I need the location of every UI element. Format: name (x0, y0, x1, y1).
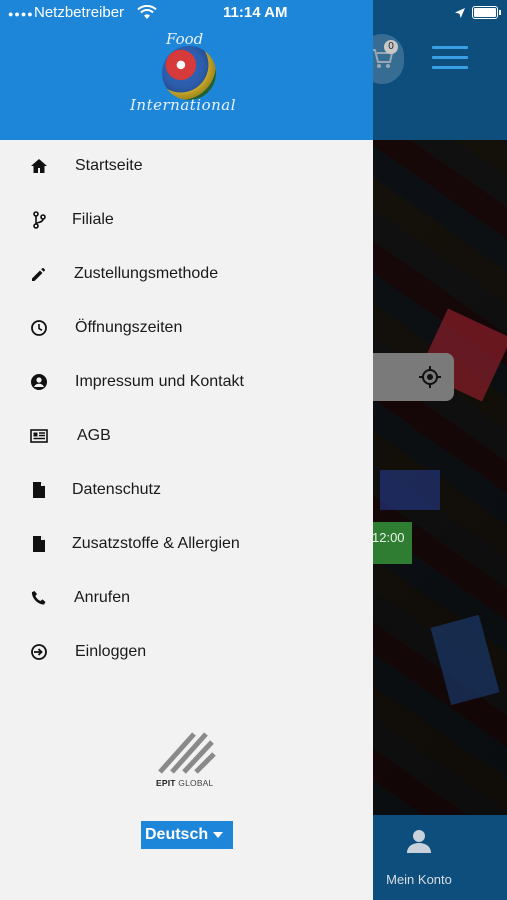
my-account-tab[interactable]: Mein Konto (373, 872, 465, 887)
menu-label: AGB (77, 427, 111, 444)
logo-text-bottom: International (130, 96, 237, 114)
pencil-icon (32, 268, 45, 281)
cart-count-badge: 0 (384, 40, 398, 54)
branch-icon (33, 211, 46, 229)
battery-icon (472, 6, 498, 19)
document-icon (33, 482, 45, 498)
menu-item-startseite[interactable]: Startseite (0, 140, 373, 194)
menu-label: Startseite (75, 157, 143, 174)
menu-item-impressum[interactable]: Impressum und Kontakt (0, 356, 373, 410)
carrier-name: Netzbetreiber (34, 4, 125, 21)
language-selected-value: Deutsch (145, 826, 209, 843)
language-dropdown[interactable]: Deutsch (141, 821, 233, 849)
menu-item-einloggen[interactable]: Einloggen (0, 626, 373, 680)
status-bar: ●●●● Netzbetreiber 11:14 AM (0, 0, 507, 26)
menu-label: Zustellungsmethode (74, 265, 219, 282)
menu-item-anrufen[interactable]: Anrufen (0, 572, 373, 626)
menu-item-zusatzstoffe[interactable]: Zusatzstoffe & Allergien (0, 518, 373, 572)
location-arrow-icon (455, 8, 465, 18)
locate-icon (419, 366, 441, 388)
location-search-field[interactable] (360, 353, 454, 401)
menu-item-agb[interactable]: AGB (0, 410, 373, 464)
status-time: 11:14 AM (223, 4, 288, 21)
caret-down-icon (213, 832, 223, 838)
menu-label: Impressum und Kontakt (75, 373, 244, 390)
brand-logo: Food International (130, 30, 246, 122)
menu-item-filiale[interactable]: Filiale (0, 194, 373, 248)
epit-mark-icon (158, 732, 216, 774)
menu-item-zustellungsmethode[interactable]: Zustellungsmethode (0, 248, 373, 302)
account-circle-icon (31, 374, 47, 390)
menu-label: Zusatzstoffe & Allergien (72, 535, 240, 552)
wifi-icon (137, 5, 157, 19)
menu-label: Einloggen (75, 643, 147, 660)
globe-flags-icon (162, 46, 216, 100)
document-icon (33, 536, 45, 552)
account-icon[interactable] (406, 828, 432, 854)
epit-global-logo: EPIT GLOBAL (150, 728, 222, 792)
epit-company-name: EPIT GLOBAL (156, 778, 214, 788)
navigation-drawer: Food International Startseite Filiale Zu… (0, 0, 373, 900)
menu-label: Filiale (72, 211, 114, 228)
login-icon (31, 644, 47, 660)
background-flag (380, 470, 440, 510)
logo-text-top: Food (166, 30, 204, 48)
menu-label: Anrufen (74, 589, 131, 606)
menu-label: Datenschutz (72, 481, 161, 498)
clock-icon (31, 320, 47, 336)
signal-dots-icon: ●●●● (8, 9, 34, 19)
hamburger-menu-button[interactable] (432, 46, 468, 72)
battery-nub (499, 10, 501, 15)
phone-icon (31, 591, 46, 605)
menu-item-datenschutz[interactable]: Datenschutz (0, 464, 373, 518)
home-icon (31, 159, 47, 173)
menu-label: Öffnungszeiten (75, 319, 183, 336)
background-flag (430, 614, 500, 706)
opening-time-badge: 12:00 (372, 522, 412, 564)
newspaper-icon (30, 429, 48, 443)
bottom-nav-bar (373, 815, 507, 900)
menu-item-oeffnungszeiten[interactable]: Öffnungszeiten (0, 302, 373, 356)
